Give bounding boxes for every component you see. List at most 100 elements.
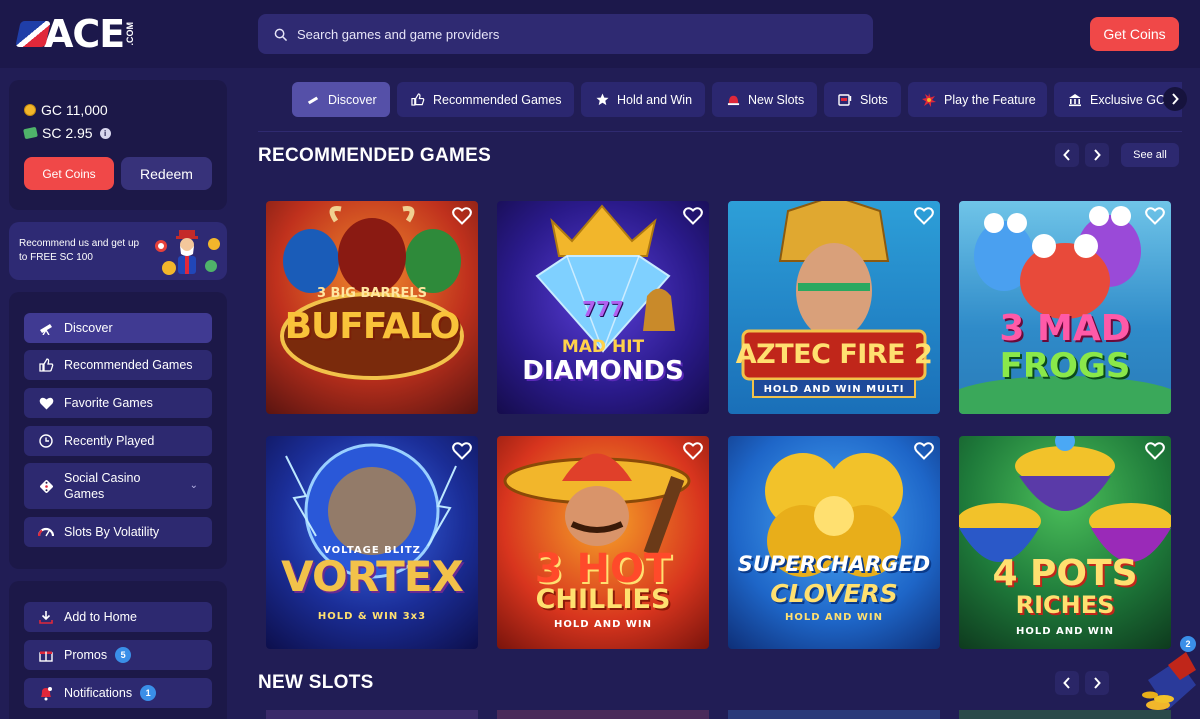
chevron-right-icon <box>1094 677 1101 689</box>
search-bar[interactable] <box>258 14 873 54</box>
favorite-heart-icon[interactable] <box>683 442 703 460</box>
gold-coin-icon <box>24 104 36 116</box>
game-subtitle: HOLD & WIN 3x3 <box>317 611 427 622</box>
thumbs-up-icon <box>411 93 425 107</box>
game-title-main: BUFFALO <box>284 306 461 347</box>
game-tile-mad-hit-diamonds[interactable]: 777 MAD HIT DIAMONDS <box>497 201 709 414</box>
dice-icon <box>38 478 54 494</box>
sidebar-item-discover[interactable]: Discover <box>24 313 212 343</box>
new-slots-row-preview <box>266 710 1171 719</box>
favorite-heart-icon[interactable] <box>683 207 703 225</box>
game-title-main: CHILLIES <box>535 584 671 615</box>
referral-banner[interactable]: Recommend us and get up to FREE SC 100 <box>9 222 227 280</box>
tab-label: Recommended Games <box>433 92 562 107</box>
game-tile-aztec-fire-2[interactable]: AZTEC FIRE 2 HOLD AND WIN MULTI <box>728 201 940 414</box>
game-tile-vortex[interactable]: VOLTAGE BLITZ VORTEX HOLD & WIN 3x3 <box>266 436 478 649</box>
game-tile-supercharged-clovers[interactable]: SUPERCHARGED CLOVERS HOLD AND WIN <box>728 436 940 649</box>
tab-slots[interactable]: Slots <box>824 82 901 117</box>
category-tabs: Discover Recommended Games Hold and Win … <box>258 82 1182 118</box>
tab-label: Play the Feature <box>944 92 1036 107</box>
game-title-top: 3 HOT <box>534 546 672 592</box>
gauge-icon <box>38 524 54 540</box>
bank-icon <box>1068 93 1082 107</box>
cash-icon <box>23 126 38 140</box>
star-icon <box>595 93 609 107</box>
new-slots-title: NEW SLOTS <box>258 672 374 693</box>
utility-label: Promos <box>64 648 108 662</box>
bell-icon <box>38 685 54 701</box>
favorite-heart-icon[interactable] <box>914 442 934 460</box>
thumbs-up-icon <box>38 357 54 373</box>
game-subtitle: HOLD AND WIN MULTI <box>763 384 905 395</box>
sidebar-item-label: Slots By Volatility <box>64 525 160 539</box>
notifications-count-badge: 1 <box>140 685 157 701</box>
game-subtitle: HOLD AND WIN <box>784 612 884 623</box>
sidebar-item-label: Recently Played <box>64 434 155 448</box>
game-tile-buffalo[interactable]: 3 BIG BARRELS BUFFALO <box>266 201 478 414</box>
game-tile-4-pots-riches[interactable]: 4 POTS RICHES HOLD AND WIN <box>959 436 1171 649</box>
category-scroll-right-button[interactable] <box>1163 87 1187 111</box>
get-coins-button[interactable]: Get Coins <box>1090 17 1179 51</box>
slot-machine-icon <box>838 93 852 107</box>
tab-hold-and-win[interactable]: Hold and Win <box>581 82 705 117</box>
game-title-top: 3 MAD <box>999 308 1131 349</box>
ace-logo[interactable]: ACE .COM <box>15 12 136 56</box>
sidebar-item-favorite-games[interactable]: Favorite Games <box>24 388 212 418</box>
top-header: ACE .COM Get Coins <box>0 0 1200 68</box>
notifications-button[interactable]: Notifications 1 <box>24 678 212 708</box>
favorite-heart-icon[interactable] <box>1145 442 1165 460</box>
redeem-button[interactable]: Redeem <box>121 157 212 190</box>
favorite-heart-icon[interactable] <box>452 442 472 460</box>
game-title-main: AZTEC FIRE 2 <box>735 339 933 370</box>
tab-recommended-games[interactable]: Recommended Games <box>397 82 574 117</box>
sc-balance: SC 2.95 i <box>23 125 111 141</box>
chevron-left-icon <box>1063 677 1070 689</box>
aztec-warrior-art-icon <box>741 201 927 398</box>
tab-label: Exclusive GC <box>1090 92 1166 107</box>
add-to-home-button[interactable]: Add to Home <box>24 602 212 632</box>
wallet-get-coins-button[interactable]: Get Coins <box>24 157 114 190</box>
recommended-next-button[interactable] <box>1085 143 1109 167</box>
promos-count-badge: 5 <box>115 647 132 663</box>
sidebar-item-label: Favorite Games <box>64 396 153 410</box>
favorite-heart-icon[interactable] <box>1145 207 1165 225</box>
game-title-top: SUPERCHARGED <box>737 552 931 576</box>
sidebar-utilities: Add to Home Promos 5 Notifications 1 <box>9 581 227 719</box>
game-title-top: MAD HIT <box>561 337 645 357</box>
sidebar-item-recommended-games[interactable]: Recommended Games <box>24 350 212 380</box>
heart-icon <box>38 395 54 411</box>
favorite-heart-icon[interactable] <box>452 207 472 225</box>
new-slots-next-button[interactable] <box>1085 671 1109 695</box>
favorite-heart-icon[interactable] <box>914 207 934 225</box>
chevron-down-icon[interactable]: ⌄ <box>190 478 198 494</box>
promos-button[interactable]: Promos 5 <box>24 640 212 670</box>
sc-balance-label: SC 2.95 <box>42 125 93 141</box>
tab-play-the-feature[interactable]: Play the Feature <box>908 82 1047 117</box>
tab-discover[interactable]: Discover <box>292 82 390 117</box>
new-slots-prev-button[interactable] <box>1055 671 1079 695</box>
mariachi-art-icon <box>503 453 691 556</box>
logo-text: ACE <box>44 12 125 56</box>
game-tile-3-hot-chillies[interactable]: 3 HOT CHILLIES HOLD AND WIN <box>497 436 709 649</box>
sidebar-item-recently-played[interactable]: Recently Played <box>24 426 212 456</box>
utility-label: Notifications <box>64 686 133 700</box>
recommended-prev-button[interactable] <box>1055 143 1079 167</box>
see-all-button[interactable]: See all <box>1121 143 1179 167</box>
utility-label: Add to Home <box>64 610 137 624</box>
sidebar-item-label: Discover <box>64 321 113 335</box>
sidebar-item-social-casino-games[interactable]: Social Casino Games ⌄ <box>24 463 212 509</box>
recommended-games-title: RECOMMENDED GAMES <box>258 145 492 166</box>
game-tile-3-mad-frogs[interactable]: 3 MAD FROGS <box>959 201 1171 414</box>
game-title-main: FROGS <box>999 346 1131 386</box>
search-input[interactable] <box>297 26 797 42</box>
game-title-main: CLOVERS <box>770 579 898 608</box>
search-icon <box>274 28 287 41</box>
game-title-main: DIAMONDS <box>522 356 684 386</box>
sidebar-item-label: Social Casino Games <box>64 471 141 501</box>
sidebar-item-slots-by-volatility[interactable]: Slots By Volatility <box>24 517 212 547</box>
game-subtitle: HOLD AND WIN <box>553 619 653 630</box>
gc-balance-label: GC 11,000 <box>41 102 108 118</box>
tab-new-slots[interactable]: New Slots <box>712 82 817 117</box>
info-icon[interactable]: i <box>99 127 111 139</box>
tab-label: Discover <box>328 92 377 107</box>
